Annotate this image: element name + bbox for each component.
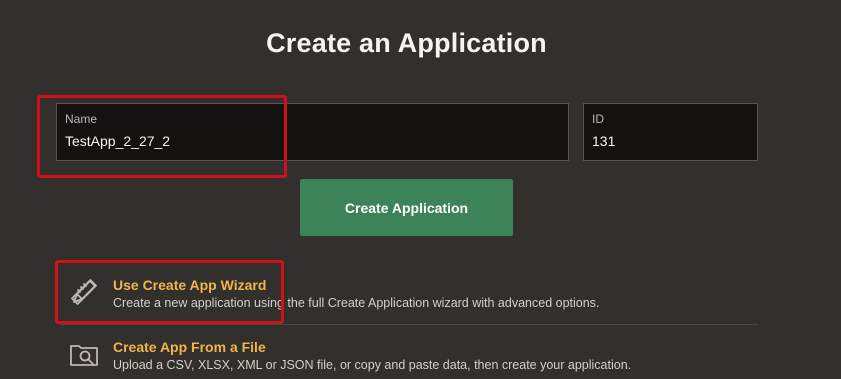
option-create-app-from-file[interactable]: Create App From a File Upload a CSV, XLS…	[60, 330, 758, 375]
option-title[interactable]: Create App From a File	[113, 339, 266, 355]
create-application-page: Create an Application Name TestApp_2_27_…	[0, 0, 841, 379]
highlight-box-wizard	[55, 260, 284, 324]
id-input[interactable]: 131	[592, 133, 615, 149]
id-label: ID	[592, 112, 604, 126]
option-description: Upload a CSV, XLSX, XML or JSON file, or…	[113, 358, 632, 372]
file-search-icon	[68, 338, 100, 370]
create-application-button[interactable]: Create Application	[300, 179, 513, 236]
id-field[interactable]: ID 131	[583, 103, 758, 161]
highlight-box-name	[37, 95, 287, 178]
page-title: Create an Application	[266, 28, 547, 58]
